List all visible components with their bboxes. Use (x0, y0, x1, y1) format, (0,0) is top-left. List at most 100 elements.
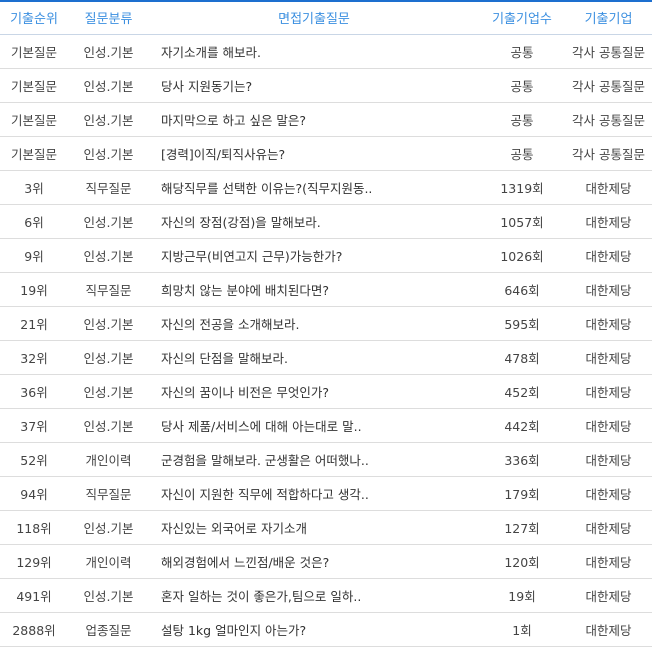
question-link[interactable]: [경력]이직/퇴직사유는? (149, 136, 479, 171)
rank-cell: 2888위 (0, 612, 68, 647)
header-category: 질문분류 (68, 0, 149, 35)
category-cell: 인성.기본 (68, 510, 149, 545)
question-link[interactable]: 자신의 전공을 소개해보라. (149, 306, 479, 341)
rank-cell: 52위 (0, 442, 68, 477)
table-row: 9위 인성.기본 지방근무(비연고지 근무)가능한가? 1026회 대한제당 (0, 238, 652, 273)
question-link[interactable]: 해외경험에서 느낀점/배운 것은? (149, 544, 479, 579)
rank-cell: 19위 (0, 272, 68, 307)
company-count-cell: 179회 (479, 476, 565, 511)
company-count-cell: 452회 (479, 374, 565, 409)
category-cell: 업종질문 (68, 612, 149, 647)
company-count-cell: 120회 (479, 544, 565, 579)
question-link[interactable]: 당사 제품/서비스에 대해 아는대로 말.. (149, 408, 479, 443)
question-link[interactable]: 자신의 꿈이나 비전은 무엇인가? (149, 374, 479, 409)
company-cell: 대한제당 (565, 408, 652, 443)
company-count-cell: 공통 (479, 34, 565, 69)
table-row: 491위 인성.기본 혼자 일하는 것이 좋은가,팀으로 일하.. 19회 대한제당 (0, 578, 652, 613)
category-cell: 인성.기본 (68, 340, 149, 375)
question-link[interactable]: 자신이 지원한 직무에 적합하다고 생각.. (149, 476, 479, 511)
company-cell: 대한제당 (565, 272, 652, 307)
category-cell: 인성.기본 (68, 34, 149, 69)
table-header: 기출순위 질문분류 면접기출질문 기출기업수 기출기업 (0, 0, 652, 35)
company-count-cell: 646회 (479, 272, 565, 307)
rank-cell: 기본질문 (0, 34, 68, 69)
question-link[interactable]: 자신의 장점(강점)을 말해보라. (149, 204, 479, 239)
category-cell: 인성.기본 (68, 374, 149, 409)
header-company-count: 기출기업수 (479, 0, 565, 35)
rank-cell: 6위 (0, 204, 68, 239)
company-cell: 대한제당 (565, 612, 652, 647)
company-cell: 대한제당 (565, 238, 652, 273)
category-cell: 인성.기본 (68, 102, 149, 137)
question-link[interactable]: 당사 지원동기는? (149, 68, 479, 103)
rank-cell: 21위 (0, 306, 68, 341)
rank-cell: 기본질문 (0, 102, 68, 137)
table-row: 37위 인성.기본 당사 제품/서비스에 대해 아는대로 말.. 442회 대한제당 (0, 408, 652, 443)
table-row: 기본질문 인성.기본 당사 지원동기는? 공통 각사 공통질문 (0, 68, 652, 103)
company-count-cell: 442회 (479, 408, 565, 443)
table-row: 129위 개인이력 해외경험에서 느낀점/배운 것은? 120회 대한제당 (0, 544, 652, 579)
company-count-cell: 19회 (479, 578, 565, 613)
company-count-cell: 1회 (479, 612, 565, 647)
category-cell: 직무질문 (68, 170, 149, 205)
table-row: 52위 개인이력 군경험을 말해보라. 군생활은 어떠했나.. 336회 대한제당 (0, 442, 652, 477)
category-cell: 개인이력 (68, 442, 149, 477)
question-link[interactable]: 지방근무(비연고지 근무)가능한가? (149, 238, 479, 273)
question-link[interactable]: 희망치 않는 분야에 배치된다면? (149, 272, 479, 307)
header-rank: 기출순위 (0, 0, 68, 35)
table-row: 118위 인성.기본 자신있는 외국어로 자기소개 127회 대한제당 (0, 510, 652, 545)
question-link[interactable]: 군경험을 말해보라. 군생활은 어떠했나.. (149, 442, 479, 477)
rank-cell: 37위 (0, 408, 68, 443)
question-link[interactable]: 혼자 일하는 것이 좋은가,팀으로 일하.. (149, 578, 479, 613)
rank-cell: 32위 (0, 340, 68, 375)
company-cell: 대한제당 (565, 306, 652, 341)
question-link[interactable]: 자신의 단점을 말해보라. (149, 340, 479, 375)
table-row: 기본질문 인성.기본 마지막으로 하고 싶은 말은? 공통 각사 공통질문 (0, 102, 652, 137)
question-link[interactable]: 자신있는 외국어로 자기소개 (149, 510, 479, 545)
company-count-cell: 595회 (479, 306, 565, 341)
company-cell: 대한제당 (565, 510, 652, 545)
company-count-cell: 1026회 (479, 238, 565, 273)
company-cell: 대한제당 (565, 340, 652, 375)
question-link[interactable]: 해당직무를 선택한 이유는?(직무지원동.. (149, 170, 479, 205)
company-cell: 대한제당 (565, 476, 652, 511)
interview-questions-table: 기출순위 질문분류 면접기출질문 기출기업수 기출기업 기본질문 인성.기본 자기소… (0, 0, 652, 647)
company-count-cell: 공통 (479, 68, 565, 103)
table-row: 3위 직무질문 해당직무를 선택한 이유는?(직무지원동.. 1319회 대한제당 (0, 170, 652, 205)
question-link[interactable]: 마지막으로 하고 싶은 말은? (149, 102, 479, 137)
company-cell: 각사 공통질문 (565, 68, 652, 103)
company-count-cell: 127회 (479, 510, 565, 545)
company-cell: 대한제당 (565, 544, 652, 579)
table-row: 21위 인성.기본 자신의 전공을 소개해보라. 595회 대한제당 (0, 306, 652, 341)
category-cell: 인성.기본 (68, 408, 149, 443)
rank-cell: 491위 (0, 578, 68, 613)
rank-cell: 118위 (0, 510, 68, 545)
company-cell: 각사 공통질문 (565, 102, 652, 137)
company-cell: 대한제당 (565, 374, 652, 409)
table-body: 기본질문 인성.기본 자기소개를 해보라. 공통 각사 공통질문 기본질문 인성.기본 당사 … (0, 34, 652, 647)
category-cell: 직무질문 (68, 476, 149, 511)
rank-cell: 36위 (0, 374, 68, 409)
company-count-cell: 공통 (479, 136, 565, 171)
question-link[interactable]: 설탕 1kg 얼마인지 아는가? (149, 612, 479, 647)
category-cell: 인성.기본 (68, 238, 149, 273)
rank-cell: 129위 (0, 544, 68, 579)
company-count-cell: 336회 (479, 442, 565, 477)
table-row: 19위 직무질문 희망치 않는 분야에 배치된다면? 646회 대한제당 (0, 272, 652, 307)
company-cell: 대한제당 (565, 578, 652, 613)
category-cell: 인성.기본 (68, 68, 149, 103)
table-row: 기본질문 인성.기본 [경력]이직/퇴직사유는? 공통 각사 공통질문 (0, 136, 652, 171)
company-cell: 각사 공통질문 (565, 136, 652, 171)
company-cell: 대한제당 (565, 170, 652, 205)
table-row: 36위 인성.기본 자신의 꿈이나 비전은 무엇인가? 452회 대한제당 (0, 374, 652, 409)
header-company: 기출기업 (565, 0, 652, 35)
category-cell: 개인이력 (68, 544, 149, 579)
company-cell: 대한제당 (565, 204, 652, 239)
category-cell: 인성.기본 (68, 136, 149, 171)
rank-cell: 기본질문 (0, 136, 68, 171)
rank-cell: 기본질문 (0, 68, 68, 103)
question-link[interactable]: 자기소개를 해보라. (149, 34, 479, 69)
category-cell: 직무질문 (68, 272, 149, 307)
table-row: 94위 직무질문 자신이 지원한 직무에 적합하다고 생각.. 179회 대한제당 (0, 476, 652, 511)
company-count-cell: 1057회 (479, 204, 565, 239)
